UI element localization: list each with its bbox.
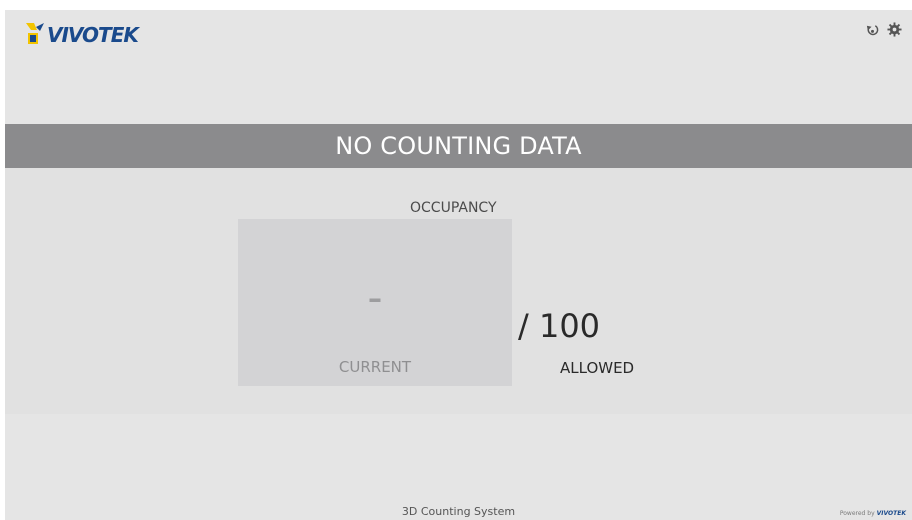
logo-mark-icon xyxy=(26,23,44,44)
logout-icon[interactable] xyxy=(865,22,880,37)
current-count-label: CURRENT xyxy=(338,358,412,376)
powered-by: Powered by VIVOTEK xyxy=(840,510,906,517)
app-screen: VIVOTEK NO COUNTING DATA OCCUPANCY – CUR… xyxy=(5,10,912,520)
occupancy-title: OCCUPANCY xyxy=(410,200,497,216)
allowed-count-label: ALLOWED xyxy=(560,359,635,377)
current-count-box: – CURRENT xyxy=(238,219,512,386)
powered-by-brand: VIVOTEK xyxy=(876,510,906,517)
powered-by-label: Powered by xyxy=(839,510,875,517)
allowed-count-value: / 100 xyxy=(518,307,601,345)
footer-system-name: 3D Counting System xyxy=(401,505,516,518)
gear-icon[interactable] xyxy=(887,22,902,37)
brand-name: VIVOTEK xyxy=(47,23,139,47)
status-banner: NO COUNTING DATA xyxy=(5,124,912,168)
current-count-value: – xyxy=(368,282,382,315)
vivotek-logo: VIVOTEK xyxy=(26,20,139,50)
header-actions xyxy=(865,22,902,37)
status-banner-text: NO COUNTING DATA xyxy=(335,132,582,160)
